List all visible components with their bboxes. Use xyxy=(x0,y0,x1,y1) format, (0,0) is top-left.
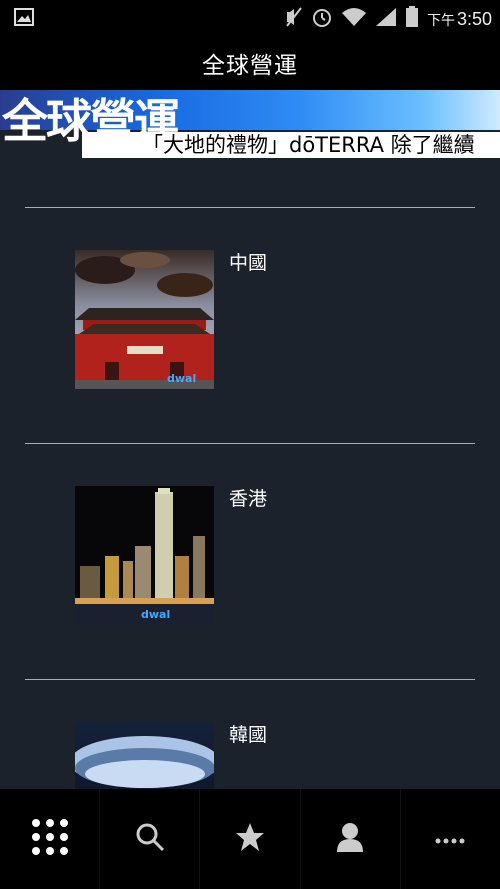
signal-icon xyxy=(375,7,397,31)
svg-text:dwal: dwal xyxy=(141,608,170,621)
list-item-label: 香港 xyxy=(229,488,268,510)
dome-stadium-photo xyxy=(75,722,214,789)
image-icon xyxy=(14,8,34,30)
star-icon xyxy=(235,822,265,856)
grid-menu-icon xyxy=(31,818,69,860)
battery-icon xyxy=(405,6,419,32)
status-bar: 下午 3:50 xyxy=(0,0,500,36)
alarm-icon xyxy=(311,6,333,32)
search-button[interactable] xyxy=(100,789,201,889)
search-icon xyxy=(135,822,165,856)
list-item-china[interactable]: dwal 中國 xyxy=(0,208,500,444)
region-list[interactable]: dwal 中國 dwal 香港 韓國 xyxy=(0,160,500,789)
user-icon xyxy=(336,822,364,856)
wifi-icon xyxy=(341,7,367,31)
list-item-label: 中國 xyxy=(229,252,268,274)
mute-icon xyxy=(285,6,303,32)
banner-ticker: 「大地的禮物」dōTERRA 除了繼續 xyxy=(82,132,500,158)
hong-kong-skyline-photo: dwal xyxy=(75,486,214,625)
page-title: 全球營運 xyxy=(202,53,298,79)
more-button[interactable] xyxy=(401,789,500,889)
svg-text:dwal: dwal xyxy=(167,372,196,385)
grid-menu-button[interactable] xyxy=(0,789,101,889)
list-item-hong-kong[interactable]: dwal 香港 xyxy=(0,444,500,680)
more-icon xyxy=(434,830,466,849)
banner: 全球營運 「大地的禮物」dōTERRA 除了繼續 xyxy=(0,90,500,160)
forbidden-city-photo: dwal xyxy=(75,250,214,389)
profile-button[interactable] xyxy=(301,789,401,889)
title-bar: 全球營運 xyxy=(0,36,500,90)
favorites-button[interactable] xyxy=(200,789,301,889)
status-time: 下午 3:50 xyxy=(426,8,492,29)
list-item-label: 韓國 xyxy=(229,724,268,746)
list-item-korea[interactable]: 韓國 xyxy=(0,680,500,789)
bottom-nav xyxy=(0,789,500,889)
